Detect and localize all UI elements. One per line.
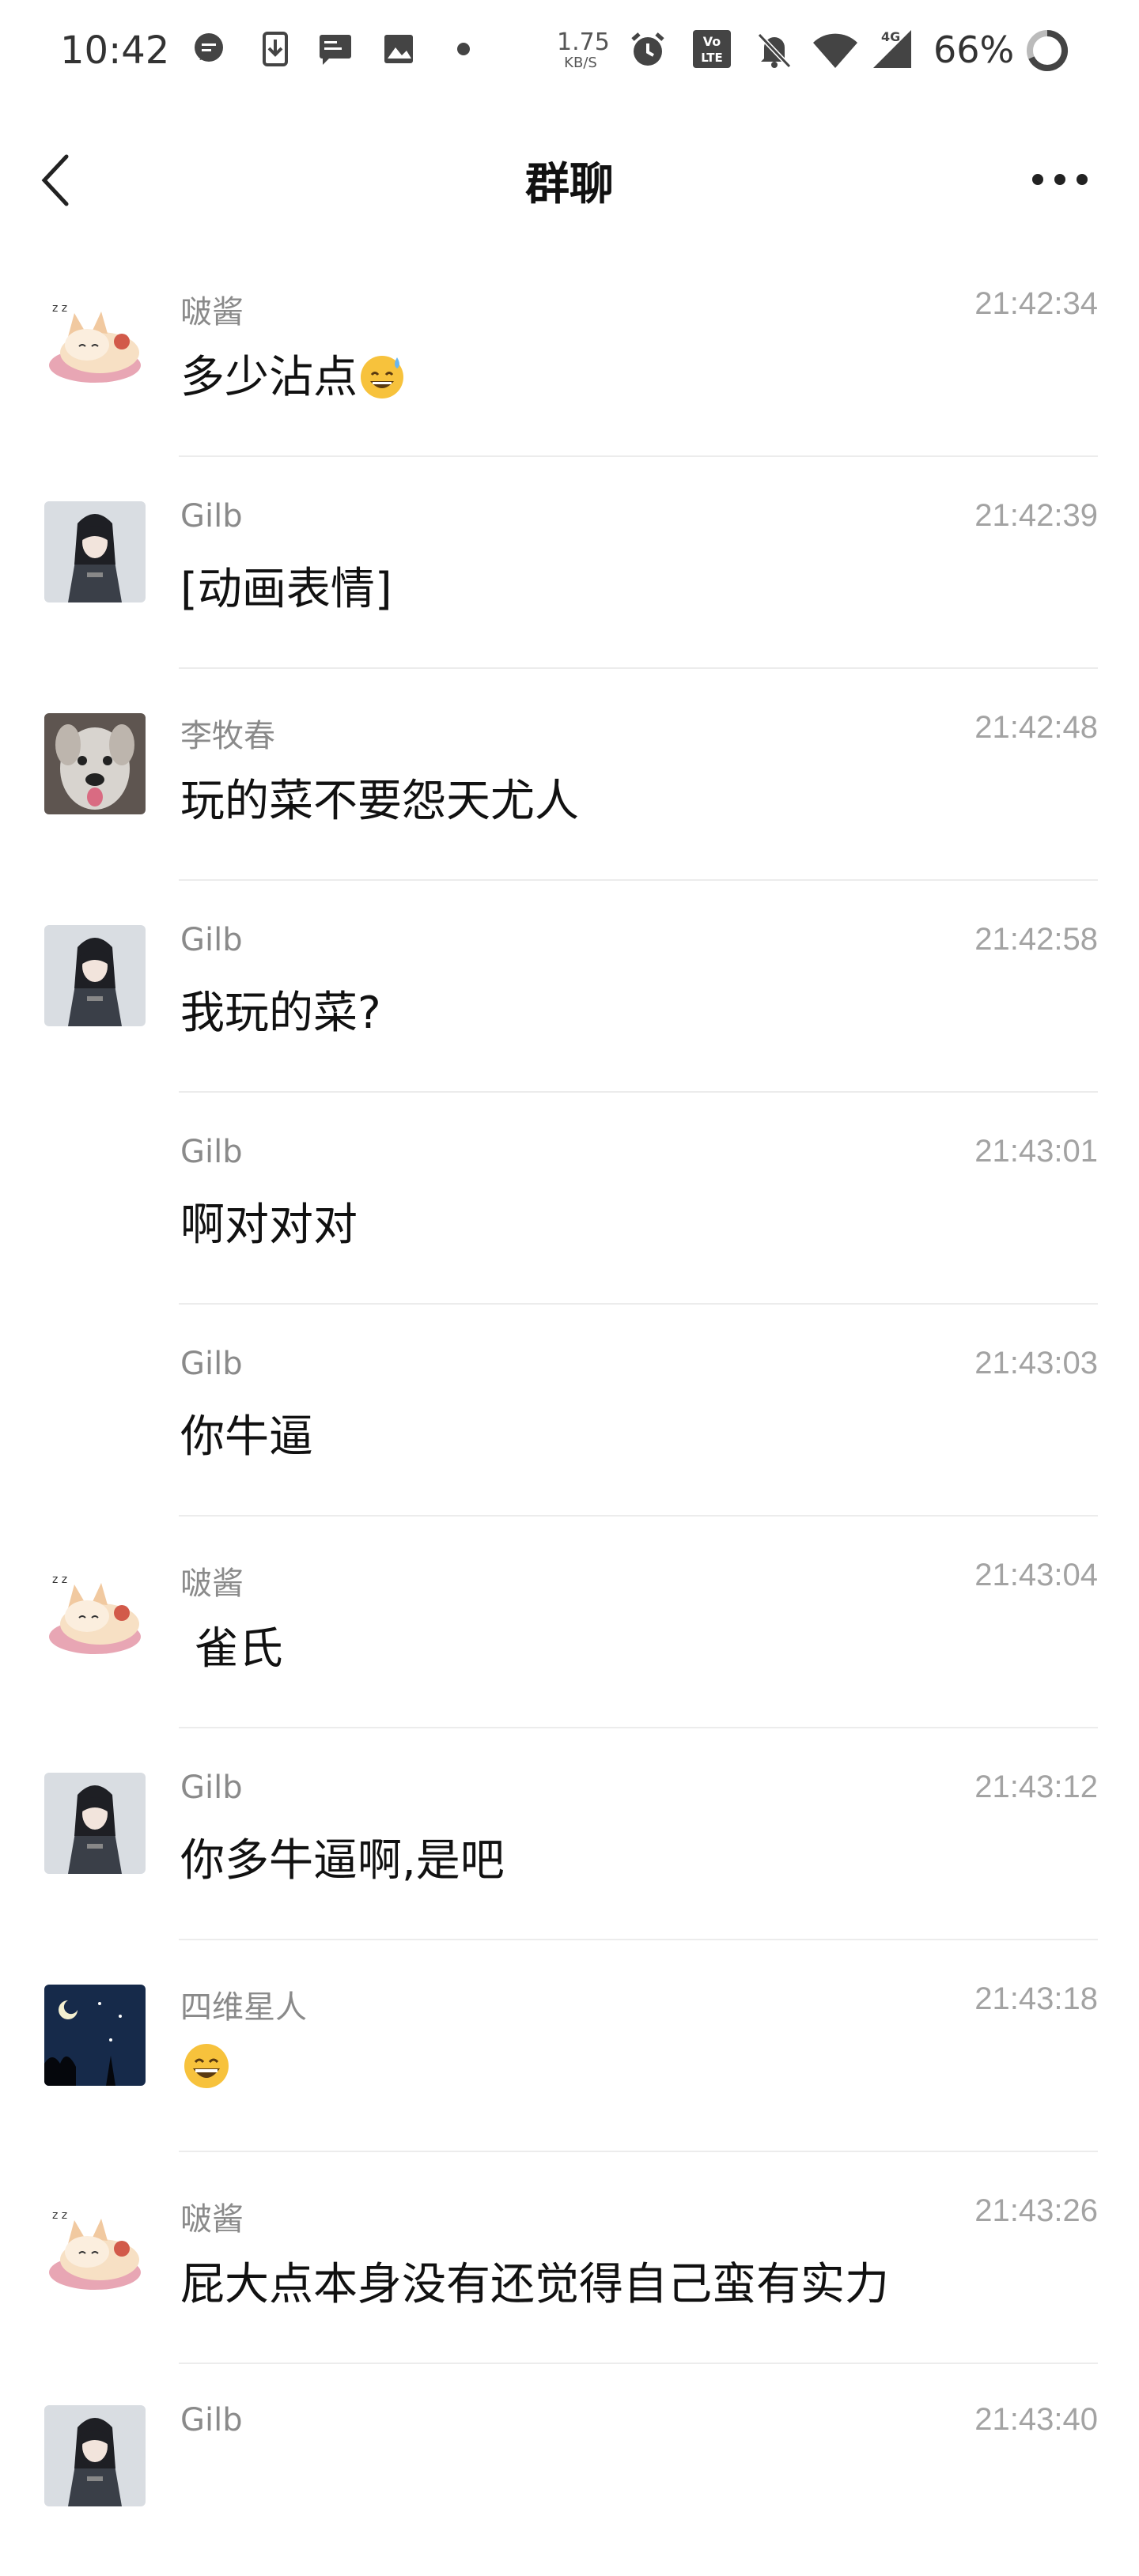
sender-name: Gilb bbox=[180, 1770, 243, 1806]
message-item[interactable]: Gilb 21:42:39 [动画表情] bbox=[0, 457, 1139, 669]
message-text[interactable]: 我玩的菜? bbox=[180, 977, 381, 1041]
message-time: 21:43:03 bbox=[974, 1346, 1098, 1381]
message-item[interactable]: Gilb 21:42:58 我玩的菜? bbox=[0, 881, 1139, 1093]
download-icon bbox=[263, 32, 288, 66]
status-time: 10:42 bbox=[60, 28, 170, 73]
message-time: 21:43:26 bbox=[974, 2193, 1098, 2228]
sender-name: Gilb bbox=[180, 498, 243, 534]
message-list: z z 啵酱 21:42:34 多少沾点 Gilb 21:42:39 [动画表情… bbox=[0, 245, 1139, 2576]
svg-text:Vo: Vo bbox=[703, 34, 721, 49]
message-item[interactable]: Gilb 21:43:01 啊对对对 bbox=[0, 1093, 1139, 1305]
sweat-smile-emoji bbox=[361, 356, 403, 398]
message-text[interactable]: [动画表情] bbox=[180, 553, 392, 618]
message-text[interactable]: 你多牛逼啊,是吧 bbox=[180, 1825, 505, 1889]
svg-text:4G: 4G bbox=[881, 29, 900, 44]
message-text-content: 多少沾点 bbox=[180, 352, 358, 403]
battery-ring-icon bbox=[1027, 29, 1069, 71]
message-text[interactable]: 你牛逼 bbox=[180, 1401, 313, 1465]
status-bar: 10:42 1.75 KB/S Vo LTE 4G 66% bbox=[0, 0, 1139, 111]
volte-icon: Vo LTE bbox=[693, 30, 731, 68]
dog-avatar[interactable] bbox=[44, 713, 146, 814]
message-text[interactable]: 玩的菜不要怨天尤人 bbox=[180, 765, 579, 829]
svg-text:z z: z z bbox=[52, 2209, 67, 2222]
svg-text:z z: z z bbox=[52, 302, 67, 315]
svg-text:LTE: LTE bbox=[701, 51, 723, 65]
message-text[interactable]: 屁大点本身没有还觉得自己蛮有实力 bbox=[180, 2249, 889, 2313]
fox-avatar[interactable]: z z bbox=[44, 2196, 146, 2298]
sender-name: Gilb bbox=[180, 2402, 243, 2438]
message-time: 21:43:18 bbox=[974, 1981, 1098, 2016]
sender-name: Gilb bbox=[180, 1134, 243, 1170]
message-time: 21:43:01 bbox=[974, 1134, 1098, 1169]
message-time: 21:43:12 bbox=[974, 1770, 1098, 1804]
sender-name: 啵酱 bbox=[180, 294, 244, 330]
more-dots-icon[interactable] bbox=[1028, 168, 1092, 191]
signal-4g-icon: 4G bbox=[873, 29, 911, 68]
wifi-icon bbox=[813, 33, 857, 68]
swordsman-avatar[interactable] bbox=[44, 501, 146, 602]
chat-notification-icon bbox=[195, 33, 223, 62]
message-item[interactable]: z z 啵酱 21:43:26 屁大点本身没有还觉得自己蛮有实力 bbox=[0, 2152, 1139, 2364]
message-item[interactable]: 四维星人 21:43:18 bbox=[0, 1940, 1139, 2152]
message-icon bbox=[320, 35, 351, 65]
message-item[interactable]: 李牧春 21:42:48 玩的菜不要怨天尤人 bbox=[0, 669, 1139, 881]
message-time: 21:43:40 bbox=[974, 2402, 1098, 2437]
message-text[interactable]: 啊对对对 bbox=[180, 1189, 358, 1253]
message-text[interactable]: 雀氏 bbox=[180, 1613, 283, 1677]
svg-text:z z: z z bbox=[52, 1573, 67, 1586]
message-item[interactable]: Gilb 21:43:12 你多牛逼啊,是吧 bbox=[0, 1728, 1139, 1940]
message-time: 21:42:39 bbox=[974, 498, 1098, 533]
message-time: 21:42:48 bbox=[974, 710, 1098, 745]
nav-bar: 群聊 bbox=[0, 111, 1139, 245]
sender-name: 李牧春 bbox=[180, 718, 275, 754]
message-item[interactable]: z z 啵酱 21:43:04 雀氏 bbox=[0, 1517, 1139, 1728]
message-time: 21:43:04 bbox=[974, 1558, 1098, 1592]
message-text[interactable]: 多少沾点 bbox=[180, 342, 407, 406]
swordsman-avatar[interactable] bbox=[44, 925, 146, 1026]
fox-avatar[interactable]: z z bbox=[44, 289, 146, 391]
message-item[interactable]: z z 啵酱 21:42:34 多少沾点 bbox=[0, 245, 1139, 457]
swordsman-avatar[interactable] bbox=[44, 1773, 146, 1874]
image-icon bbox=[384, 35, 413, 63]
message-time: 21:42:34 bbox=[974, 286, 1098, 321]
message-item[interactable]: Gilb 21:43:40 bbox=[0, 2364, 1139, 2576]
dot-icon bbox=[457, 43, 470, 55]
swordsman-avatar[interactable] bbox=[44, 2405, 146, 2506]
message-item[interactable]: Gilb 21:43:03 你牛逼 bbox=[0, 1305, 1139, 1517]
sender-name: Gilb bbox=[180, 922, 243, 958]
mute-icon bbox=[757, 32, 792, 69]
sender-name: 啵酱 bbox=[180, 2201, 244, 2238]
grin-emoji[interactable] bbox=[182, 2042, 231, 2091]
sender-name: 啵酱 bbox=[180, 1566, 244, 1602]
sender-name: Gilb bbox=[180, 1346, 243, 1382]
fox-avatar[interactable]: z z bbox=[44, 1561, 146, 1662]
sender-name: 四维星人 bbox=[180, 1989, 307, 2026]
battery-percent: 66% bbox=[933, 28, 1015, 71]
night-sky-avatar[interactable] bbox=[44, 1985, 146, 2086]
alarm-icon bbox=[631, 32, 664, 66]
message-time: 21:42:58 bbox=[974, 922, 1098, 957]
network-speed: 1.75 KB/S bbox=[557, 28, 610, 71]
page-title: 群聊 bbox=[525, 159, 614, 210]
